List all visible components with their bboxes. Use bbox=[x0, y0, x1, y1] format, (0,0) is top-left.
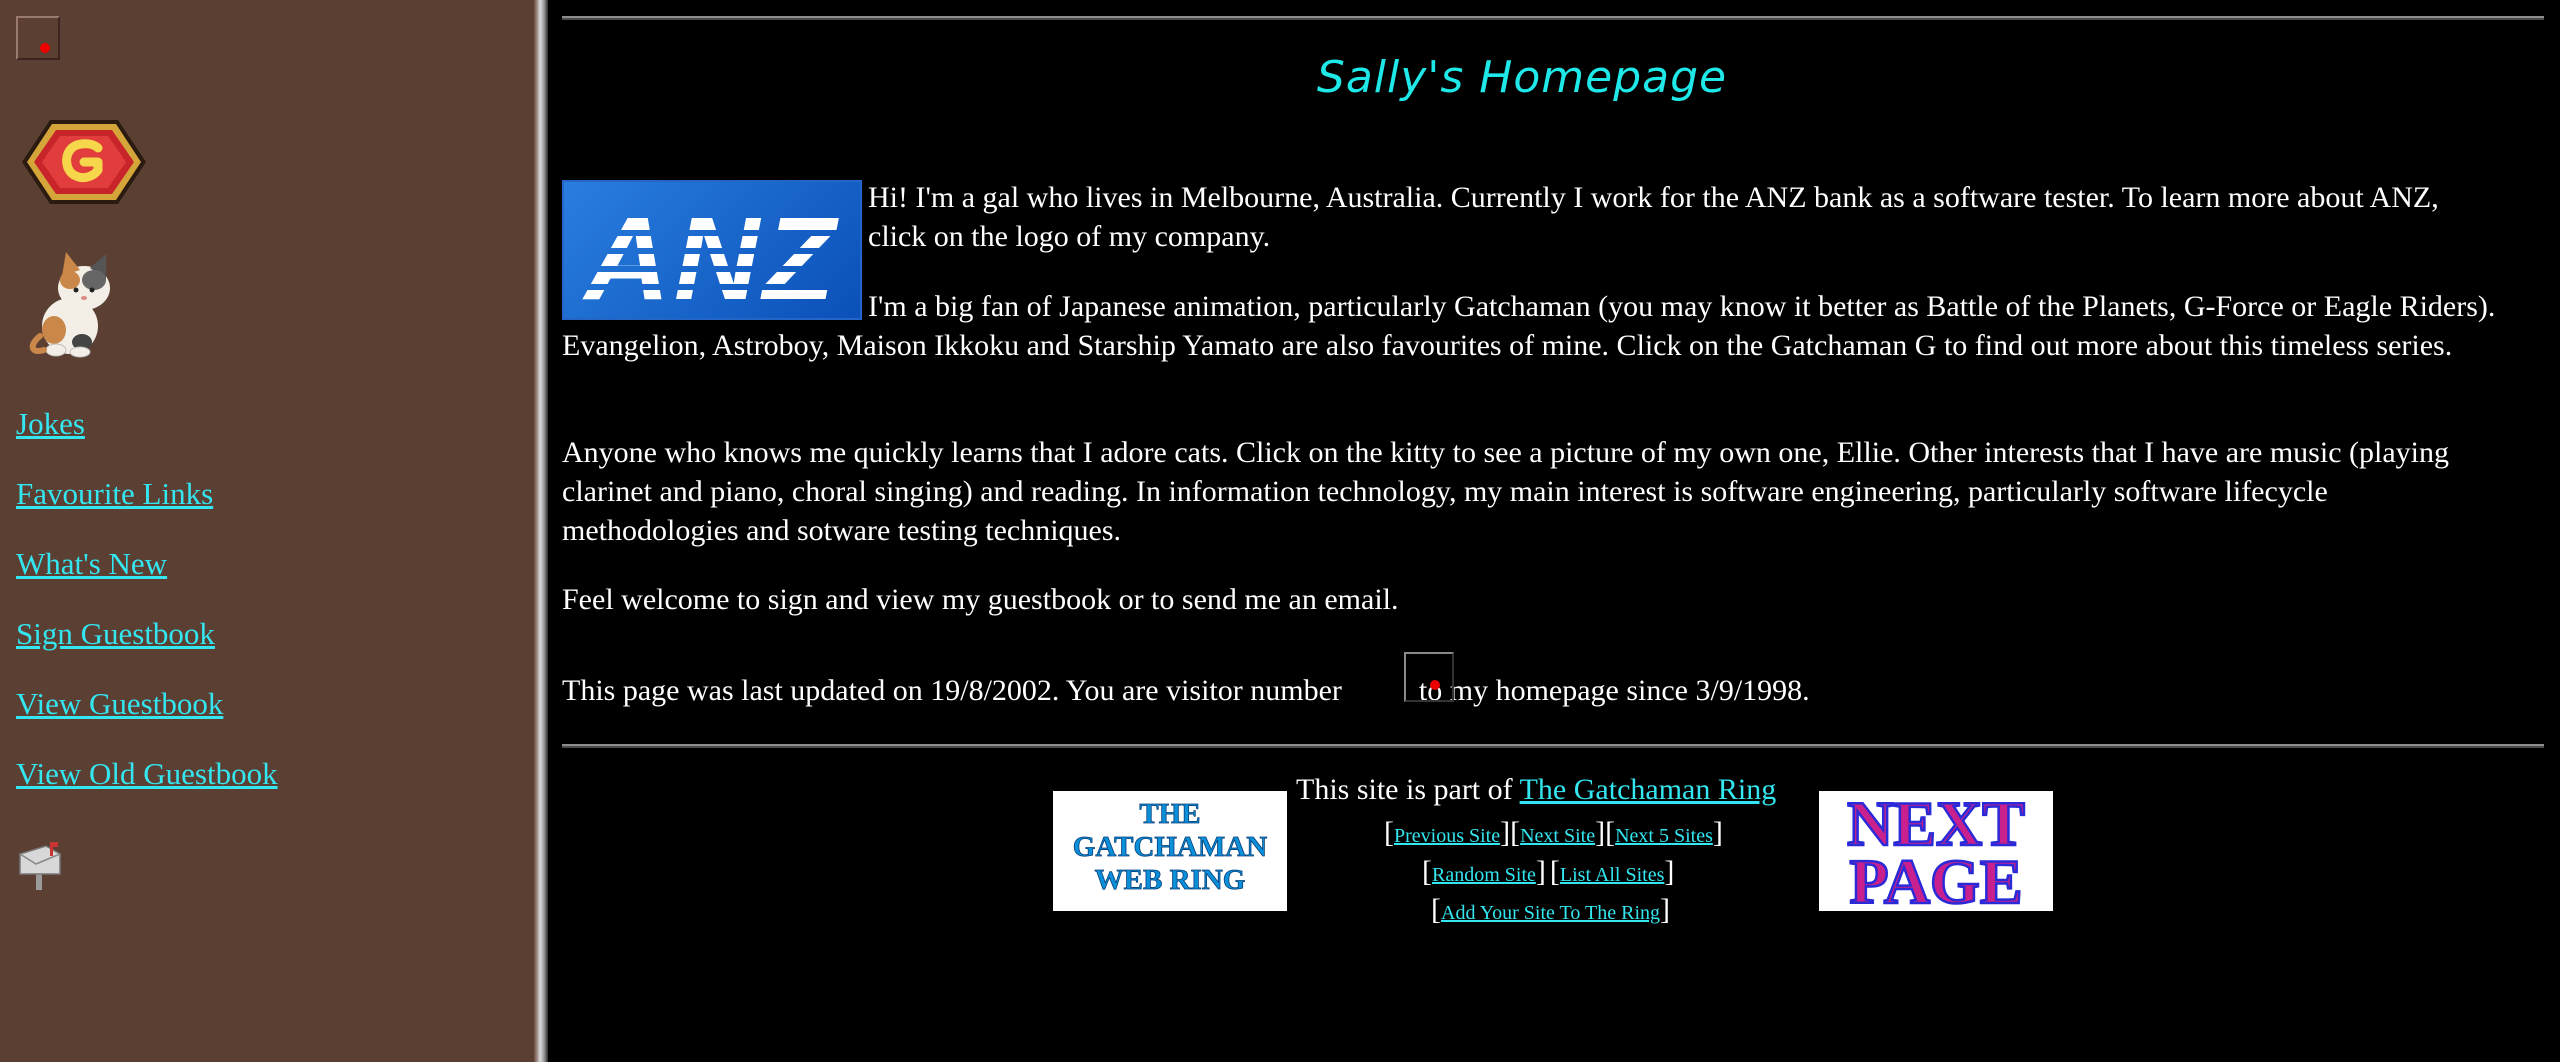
horizontal-rule bbox=[562, 744, 2544, 748]
webring-intro: This site is part of The Gatchaman Ring bbox=[1296, 773, 1776, 807]
add-your-site-link[interactable]: Add Your Site To The Ring bbox=[1441, 902, 1660, 924]
gatchaman-ring-link[interactable]: The Gatchaman Ring bbox=[1520, 773, 1777, 806]
sidebar-link-sign-guestbook[interactable]: Sign Guestbook bbox=[16, 616, 215, 652]
main-content: Sally's Homepage ANZ Hi! I'm a gal who l… bbox=[562, 0, 2548, 1062]
updated-suffix: to my homepage since 3/9/1998. bbox=[1418, 674, 1810, 707]
webring-nav-row-2: [Random Site] [List All Sites] bbox=[1422, 855, 1675, 888]
intro-text: Hi! I'm a gal who lives in Melbourne, Au… bbox=[868, 181, 2439, 253]
page-title: Sally's Homepage bbox=[1316, 52, 1728, 103]
previous-site-link[interactable]: Previous Site bbox=[1394, 825, 1500, 847]
sidebar: Jokes Favourite Links What's New Sign Gu… bbox=[0, 0, 534, 1062]
next-site-link[interactable]: Next Site bbox=[1520, 825, 1595, 847]
svg-text:WEB RING: WEB RING bbox=[1095, 864, 1246, 896]
horizontal-rule bbox=[562, 16, 2544, 20]
webring-nav-row-1: [Previous Site][Next Site][Next 5 Sites] bbox=[1384, 816, 1723, 849]
sidebar-link-whats-new[interactable]: What's New bbox=[16, 546, 167, 582]
next-page-logo-icon: NEXT PAGE bbox=[1846, 787, 2026, 919]
envelope-icon[interactable] bbox=[16, 840, 66, 892]
frame-divider[interactable] bbox=[534, 0, 548, 1062]
webring-nav-row-3: [Add Your Site To The Ring] bbox=[1431, 893, 1671, 926]
list-all-sites-link[interactable]: List All Sites bbox=[1560, 864, 1664, 886]
svg-text:GATCHAMAN: GATCHAMAN bbox=[1073, 831, 1267, 863]
broken-image-icon[interactable] bbox=[16, 16, 60, 60]
cat-icon[interactable] bbox=[26, 246, 126, 358]
gatchaman-g-icon[interactable] bbox=[20, 118, 148, 206]
anime-paragraph: I'm a big fan of Japanese animation, par… bbox=[562, 287, 2497, 365]
cats-paragraph: Anyone who knows me quickly learns that … bbox=[562, 436, 2449, 547]
visitor-counter-image bbox=[1404, 652, 1454, 702]
svg-text:PAGE: PAGE bbox=[1849, 846, 2022, 911]
updated-paragraph: This page was last updated on 19/8/2002.… bbox=[562, 671, 2497, 710]
webring-intro-text: This site is part of bbox=[1296, 773, 1513, 806]
sidebar-link-jokes[interactable]: Jokes bbox=[16, 406, 85, 442]
svg-text:THE: THE bbox=[1139, 798, 1200, 830]
random-site-link[interactable]: Random Site bbox=[1432, 864, 1536, 886]
webring-logo-icon: THE GATCHAMAN WEB RING bbox=[1072, 798, 1267, 897]
next-page-banner[interactable]: NEXT PAGE bbox=[1819, 787, 2053, 919]
gatchaman-webring-banner[interactable]: THE GATCHAMAN WEB RING bbox=[1053, 791, 1287, 911]
welcome-paragraph: Feel welcome to sign and view my guestbo… bbox=[562, 583, 1399, 616]
sidebar-link-favourite-links[interactable]: Favourite Links bbox=[16, 476, 213, 512]
updated-prefix: This page was last updated on 19/8/2002.… bbox=[562, 674, 1342, 707]
sidebar-link-view-old-guestbook[interactable]: View Old Guestbook bbox=[16, 756, 278, 792]
sidebar-link-view-guestbook[interactable]: View Guestbook bbox=[16, 686, 223, 722]
next-5-sites-link[interactable]: Next 5 Sites bbox=[1615, 825, 1713, 847]
